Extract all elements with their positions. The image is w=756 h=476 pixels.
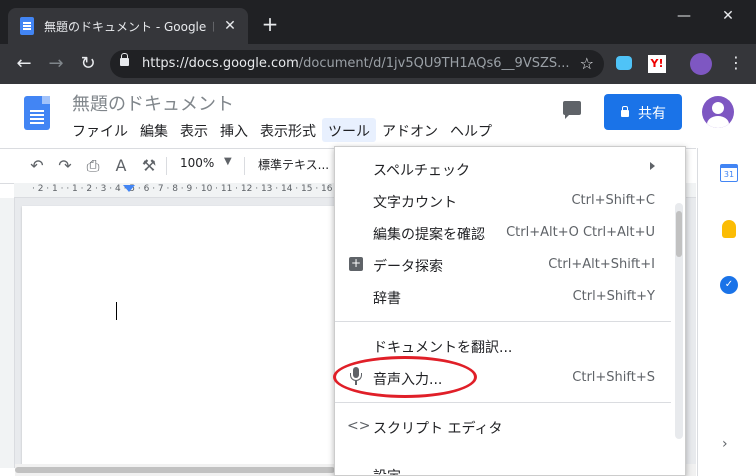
reload-icon[interactable]: ↻ bbox=[76, 52, 100, 76]
menu-insert[interactable]: 挿入 bbox=[214, 118, 254, 142]
tools-menu: スペルチェック 文字カウント Ctrl+Shift+C 編集の提案を確認 Ctr… bbox=[334, 146, 686, 476]
toolbar-divider bbox=[166, 157, 167, 175]
chevron-down-icon[interactable]: ▼ bbox=[224, 156, 232, 167]
window-close-button[interactable]: ✕ bbox=[708, 4, 748, 28]
chevron-right-icon[interactable]: › bbox=[722, 436, 728, 452]
menu-divider bbox=[335, 402, 671, 403]
cloud-extension-icon[interactable] bbox=[616, 56, 632, 70]
keep-icon[interactable] bbox=[722, 220, 736, 238]
browser-tab[interactable]: 無題のドキュメント - Google ドキュメン ✕ bbox=[8, 8, 248, 44]
docs-favicon-icon bbox=[20, 17, 34, 35]
print-icon[interactable]: ⎙ bbox=[82, 155, 104, 177]
redo-icon[interactable]: ↷ bbox=[54, 155, 76, 177]
chrome-profile-avatar[interactable] bbox=[690, 53, 712, 75]
menu-edit[interactable]: 編集 bbox=[134, 118, 174, 142]
bookmark-star-icon[interactable]: ☆ bbox=[580, 54, 594, 73]
share-button[interactable]: 共有 bbox=[604, 94, 682, 130]
menu-item-translate[interactable]: ドキュメントを翻訳... bbox=[335, 330, 671, 360]
menu-divider bbox=[335, 321, 671, 322]
share-lock-icon bbox=[621, 106, 629, 117]
address-bar[interactable]: https://docs.google.com/document/d/1jv5Q… bbox=[110, 50, 604, 78]
toolbar-divider bbox=[244, 157, 245, 175]
forward-arrow-icon[interactable]: → bbox=[44, 52, 68, 76]
ruler-marks: · 2 · 1 · · 1 · 2 · 3 · 4 · 5 · 6 · 7 · … bbox=[32, 184, 333, 194]
menu-addons[interactable]: アドオン bbox=[376, 118, 444, 142]
side-panel: 31 ✓ › bbox=[697, 148, 756, 476]
highlight-annotation bbox=[333, 356, 477, 398]
menu-item-script-editor[interactable]: <> スクリプト エディタ bbox=[335, 411, 671, 441]
menu-item-explore[interactable]: + データ探索 Ctrl+Alt+Shift+I bbox=[335, 249, 671, 279]
tasks-icon[interactable]: ✓ bbox=[720, 276, 738, 294]
docs-menubar: ファイル 編集 表示 挿入 表示形式 ツール アドオン ヘルプ bbox=[66, 118, 498, 142]
vertical-ruler[interactable] bbox=[0, 198, 15, 468]
chrome-menu-icon[interactable]: ⋮ bbox=[728, 53, 744, 72]
document-page[interactable] bbox=[22, 206, 352, 468]
new-tab-button[interactable]: + bbox=[258, 12, 282, 36]
comments-icon[interactable] bbox=[563, 101, 581, 119]
menu-view[interactable]: 表示 bbox=[174, 118, 214, 142]
tab-close-icon[interactable]: ✕ bbox=[220, 16, 240, 36]
scrollbar-thumb[interactable] bbox=[15, 467, 335, 473]
spellcheck-icon[interactable]: A bbox=[110, 155, 132, 177]
undo-icon[interactable]: ↶ bbox=[26, 155, 48, 177]
account-avatar[interactable] bbox=[702, 96, 734, 128]
menu-item-spellcheck[interactable]: スペルチェック bbox=[335, 153, 671, 183]
menu-file[interactable]: ファイル bbox=[66, 118, 134, 142]
paragraph-style-select[interactable]: 標準テキス... bbox=[258, 156, 329, 173]
calendar-icon[interactable]: 31 bbox=[720, 164, 738, 182]
yahoo-extension-icon[interactable]: Y! bbox=[648, 55, 666, 73]
browser-toolbar: ← → ↻ https://docs.google.com/document/d… bbox=[0, 44, 756, 84]
explore-icon: + bbox=[349, 256, 363, 271]
document-title[interactable]: 無題のドキュメント bbox=[72, 90, 234, 116]
menu-item-word-count[interactable]: 文字カウント Ctrl+Shift+C bbox=[335, 185, 671, 215]
tab-title: 無題のドキュメント - Google ドキュメン bbox=[44, 20, 214, 34]
docs-logo-icon[interactable] bbox=[24, 96, 50, 130]
menu-item-dictionary[interactable]: 辞書 Ctrl+Shift+Y bbox=[335, 281, 671, 311]
menu-format[interactable]: 表示形式 bbox=[254, 118, 322, 142]
indent-marker-icon[interactable] bbox=[123, 185, 135, 192]
text-cursor bbox=[116, 302, 117, 320]
paint-format-icon[interactable]: ⚒ bbox=[138, 155, 160, 177]
menu-scrollbar-thumb[interactable] bbox=[676, 211, 682, 257]
url-text: https://docs.google.com/document/d/1jv5Q… bbox=[142, 56, 570, 71]
zoom-select[interactable]: 100% bbox=[180, 156, 214, 170]
maximize-button[interactable] bbox=[666, 4, 706, 28]
menu-item-review-suggestions[interactable]: 編集の提案を確認 Ctrl+Alt+O Ctrl+Alt+U bbox=[335, 217, 671, 247]
back-arrow-icon[interactable]: ← bbox=[12, 52, 36, 76]
lock-icon bbox=[120, 53, 129, 66]
submenu-arrow-icon bbox=[650, 162, 655, 170]
menu-item-preferences[interactable]: 設定 bbox=[335, 459, 671, 475]
browser-titlebar: 無題のドキュメント - Google ドキュメン ✕ + — ✕ bbox=[0, 0, 756, 44]
code-icon: <> bbox=[347, 418, 371, 434]
share-label: 共有 bbox=[638, 106, 666, 122]
menu-scrollbar[interactable] bbox=[675, 203, 683, 439]
menu-tools[interactable]: ツール bbox=[322, 118, 376, 142]
menu-help[interactable]: ヘルプ bbox=[444, 118, 498, 142]
